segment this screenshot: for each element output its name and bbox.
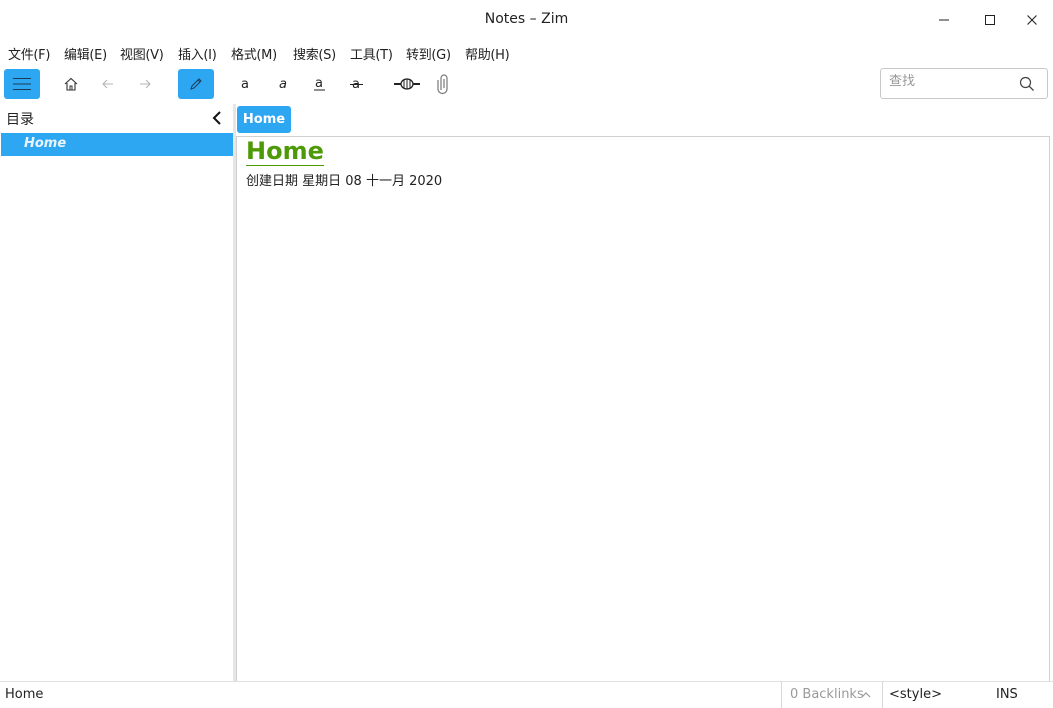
index-pane: 目录 Home — [0, 104, 234, 681]
status-page-name: Home — [5, 687, 44, 702]
menu-search[interactable]: 搜索(S) — [293, 44, 336, 63]
paperclip-icon — [437, 74, 448, 95]
menu-edit[interactable]: 编辑(E) — [64, 44, 107, 63]
bold-icon: a — [241, 77, 249, 92]
menu-view[interactable]: 视图(V) — [120, 44, 164, 63]
home-icon — [64, 77, 78, 91]
title-bar: Notes – Zim — [0, 0, 1053, 38]
status-style: <style> — [889, 687, 942, 702]
menu-format[interactable]: 格式(M) — [231, 44, 277, 63]
page-created-date: 创建日期 星期日 08 十一月 2020 — [246, 174, 443, 189]
strikethrough-icon: a — [350, 77, 363, 92]
forward-button[interactable] — [127, 69, 163, 99]
index-item-label: Home — [24, 136, 67, 151]
back-button[interactable] — [90, 69, 126, 99]
arrow-left-icon — [102, 79, 113, 89]
collapse-pane-icon[interactable] — [210, 110, 224, 126]
maximize-button[interactable] — [967, 6, 1013, 34]
index-pane-title: 目录 — [6, 112, 34, 128]
side-pane-toggle-button[interactable] — [4, 69, 40, 99]
menu-go[interactable]: 转到(G) — [406, 44, 451, 63]
menu-help[interactable]: 帮助(H) — [465, 44, 510, 63]
backlinks-button[interactable]: 0 Backlinks — [790, 687, 864, 702]
status-insert-mode: INS — [996, 687, 1018, 702]
menu-insert[interactable]: 插入(I) — [178, 44, 217, 63]
menu-tools[interactable]: 工具(T) — [350, 44, 393, 63]
menu-bar: 文件(F) 编辑(E) 视图(V) 插入(I) 格式(M) 搜索(S) 工具(T… — [0, 40, 1053, 64]
attach-file-button[interactable] — [426, 69, 462, 99]
insert-link-button[interactable] — [389, 69, 425, 99]
chevron-up-icon[interactable] — [861, 691, 871, 699]
pencil-icon — [190, 78, 202, 90]
underline-button[interactable]: a — [302, 69, 338, 99]
link-icon — [394, 78, 420, 90]
close-icon — [1027, 15, 1037, 25]
arrow-right-icon — [140, 79, 151, 89]
status-separator — [882, 682, 883, 708]
svg-text:a: a — [315, 76, 323, 91]
underline-icon: a — [314, 76, 325, 91]
minimize-icon — [939, 19, 949, 21]
page-heading: Home — [246, 137, 324, 166]
status-separator — [781, 682, 782, 708]
minimize-button[interactable] — [921, 6, 967, 34]
search-box[interactable] — [880, 68, 1048, 99]
maximize-icon — [985, 15, 995, 25]
close-button[interactable] — [1009, 6, 1053, 34]
pathbar-item-home[interactable]: Home — [237, 106, 291, 133]
search-icon[interactable] — [1019, 76, 1035, 92]
svg-text:a: a — [279, 77, 287, 92]
search-input[interactable] — [889, 74, 1009, 89]
hamburger-icon — [13, 78, 31, 90]
index-item-home[interactable]: Home — [1, 133, 233, 156]
bold-button[interactable]: a — [228, 69, 264, 99]
window-title: Notes – Zim — [484, 11, 569, 27]
italic-button[interactable]: a — [266, 69, 302, 99]
strikethrough-button[interactable]: a — [339, 69, 375, 99]
menu-file[interactable]: 文件(F) — [8, 44, 50, 63]
status-bar: Home 0 Backlinks <style> INS — [0, 681, 1053, 708]
svg-text:a: a — [241, 77, 249, 92]
italic-icon: a — [279, 77, 287, 92]
edit-toggle-button[interactable] — [178, 69, 214, 99]
page-editor[interactable]: Home 创建日期 星期日 08 十一月 2020 — [236, 136, 1050, 683]
home-button[interactable] — [53, 69, 89, 99]
